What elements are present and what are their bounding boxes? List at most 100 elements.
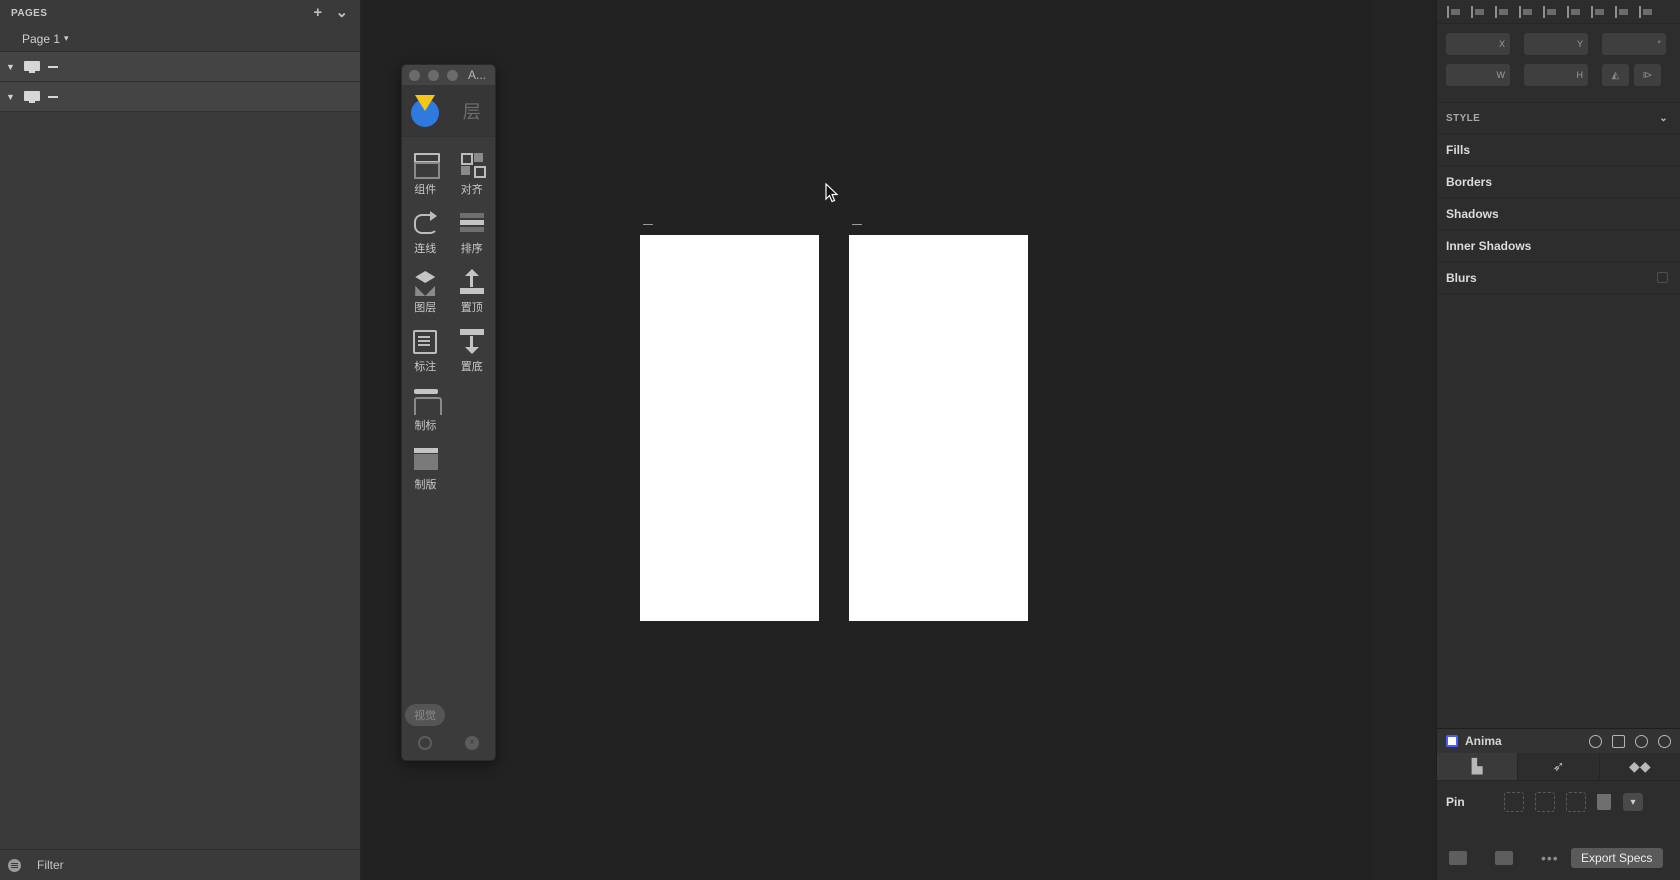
flip-horizontal-icon[interactable]: ◭ (1602, 64, 1629, 86)
page-name: Page 1 (22, 31, 61, 46)
more-icon[interactable]: ••• (1541, 850, 1559, 866)
blur-checkbox[interactable] (1657, 272, 1668, 283)
anima-title: Anima (1465, 734, 1502, 748)
tool-label: 排序 (460, 243, 483, 255)
padding-icon[interactable] (1495, 851, 1513, 865)
rotation-field[interactable]: ° (1602, 33, 1666, 55)
layer-name (48, 95, 58, 98)
align-right-icon[interactable] (1519, 5, 1533, 18)
sort-icon (459, 210, 485, 236)
layer-row[interactable]: ▼ (0, 52, 360, 82)
zoom-window-button[interactable] (447, 69, 458, 81)
tool-connect[interactable]: 连线 (402, 206, 449, 265)
plus-icon[interactable]: + (311, 5, 325, 20)
artboard-label[interactable] (852, 224, 862, 225)
blurs-section[interactable]: Blurs (1437, 262, 1680, 294)
x-position-field[interactable]: X (1446, 33, 1510, 55)
board-icon (413, 446, 439, 472)
trash-icon[interactable] (1597, 794, 1611, 810)
tool-label: 连线 (414, 243, 437, 255)
distribute-horizontal-icon[interactable] (1495, 5, 1509, 18)
section-label: Shadows (1446, 206, 1499, 221)
breakpoints-icon[interactable] (1449, 851, 1467, 865)
tool-label: 置顶 (460, 302, 483, 314)
connect-icon (412, 210, 439, 236)
settings-icon[interactable] (418, 736, 432, 750)
section-label: Inner Shadows (1446, 238, 1532, 253)
tool-sort[interactable]: 排序 (449, 206, 496, 265)
canvas[interactable] (361, 0, 1372, 880)
visual-button[interactable]: 视觉 (405, 704, 445, 726)
flip-vertical-icon[interactable]: ⧐ (1634, 64, 1661, 86)
style-header[interactable]: STYLE ⌄ (1437, 102, 1680, 134)
tab-layout[interactable]: ▙ (1437, 753, 1519, 780)
style-title: STYLE (1446, 112, 1481, 124)
pin-all-icon[interactable] (1504, 792, 1524, 812)
pin-dropdown[interactable]: ▾ (1623, 793, 1643, 811)
artboard-icon (24, 60, 40, 73)
plugin-logo-tab[interactable] (402, 85, 449, 136)
align-center-icon[interactable] (1471, 5, 1485, 18)
align-left-icon[interactable] (1447, 5, 1461, 18)
tool-label: 制版 (414, 479, 437, 491)
shadows-section[interactable]: Shadows (1437, 198, 1680, 230)
tool-label: 图层 (414, 302, 437, 314)
tool-board[interactable]: 制版 (402, 442, 449, 501)
filter-label: Filter (37, 858, 64, 872)
align-vertical-center-icon[interactable] (1615, 5, 1629, 18)
page-selector[interactable]: Page 1 ▾ (0, 26, 360, 52)
gear-icon[interactable] (1635, 734, 1648, 748)
pin-horizontal-icon[interactable] (1566, 792, 1586, 812)
tab-links[interactable]: ◆◆ (1600, 753, 1680, 780)
filter-bar[interactable]: Filter (0, 849, 360, 880)
sketch-app-window: PAGES + ⌄ Page 1 ▾ ▼ ▼ Filter A... 层 组件 … (0, 0, 1680, 880)
panel-toggle-icon[interactable] (1612, 734, 1625, 748)
fills-section[interactable]: Fills (1437, 134, 1680, 166)
chevron-down-icon[interactable]: ⌄ (1659, 113, 1668, 124)
pin-row: Pin ▾ (1437, 781, 1680, 823)
close-circle-icon[interactable]: × (465, 736, 479, 750)
pin-label: Pin (1446, 795, 1465, 809)
layer-tab[interactable]: 层 (449, 85, 496, 136)
pin-vertical-icon[interactable] (1535, 792, 1555, 812)
borders-section[interactable]: Borders (1437, 166, 1680, 198)
artboard-label[interactable] (643, 224, 653, 225)
close-window-button[interactable] (409, 69, 420, 81)
tool-component[interactable]: 组件 (402, 147, 449, 206)
align-bottom-icon[interactable] (1639, 5, 1653, 18)
align-top-icon[interactable] (1591, 5, 1605, 18)
tool-mark[interactable]: 制标 (402, 383, 449, 442)
inner-shadows-section[interactable]: Inner Shadows (1437, 230, 1680, 262)
chevron-down-icon: ▾ (64, 33, 69, 43)
layer-row[interactable]: ▼ (0, 82, 360, 112)
tab-launch[interactable]: ➶ (1518, 753, 1600, 780)
section-label: Fills (1446, 142, 1471, 157)
pages-header: PAGES + ⌄ (0, 0, 360, 26)
tool-bring-to-front[interactable]: 置顶 (449, 265, 496, 324)
y-position-field[interactable]: Y (1524, 33, 1588, 55)
window-titlebar[interactable]: A... (402, 65, 495, 85)
close-icon[interactable] (1658, 734, 1671, 748)
width-field[interactable]: W (1446, 64, 1510, 86)
height-field[interactable]: H (1524, 64, 1588, 86)
align-middle-icon[interactable] (1543, 5, 1557, 18)
tool-grid: 组件 对齐 连线 排序 图层 置顶 标注 置底 制标 制版 (402, 137, 495, 501)
minimize-window-button[interactable] (428, 69, 439, 81)
tool-send-to-back[interactable]: 置底 (449, 324, 496, 383)
chevron-down-icon[interactable]: ⌄ (335, 5, 349, 20)
filter-icon[interactable] (8, 858, 21, 872)
tool-annotation[interactable]: 标注 (402, 324, 449, 383)
artboard[interactable] (849, 235, 1028, 621)
tool-layers[interactable]: 图层 (402, 265, 449, 324)
anima-logo-icon (1446, 735, 1458, 747)
send-to-back-icon (459, 328, 485, 354)
sync-icon[interactable] (1589, 734, 1602, 748)
disclosure-triangle-icon[interactable]: ▼ (6, 92, 16, 102)
export-specs-button[interactable]: Export Specs (1570, 848, 1663, 868)
tool-label: 组件 (414, 184, 437, 196)
tool-align[interactable]: 对齐 (449, 147, 496, 206)
disclosure-triangle-icon[interactable]: ▼ (6, 62, 16, 72)
artboard[interactable] (640, 235, 819, 621)
align-end-icon[interactable] (1567, 5, 1581, 18)
align-icon (459, 151, 486, 178)
